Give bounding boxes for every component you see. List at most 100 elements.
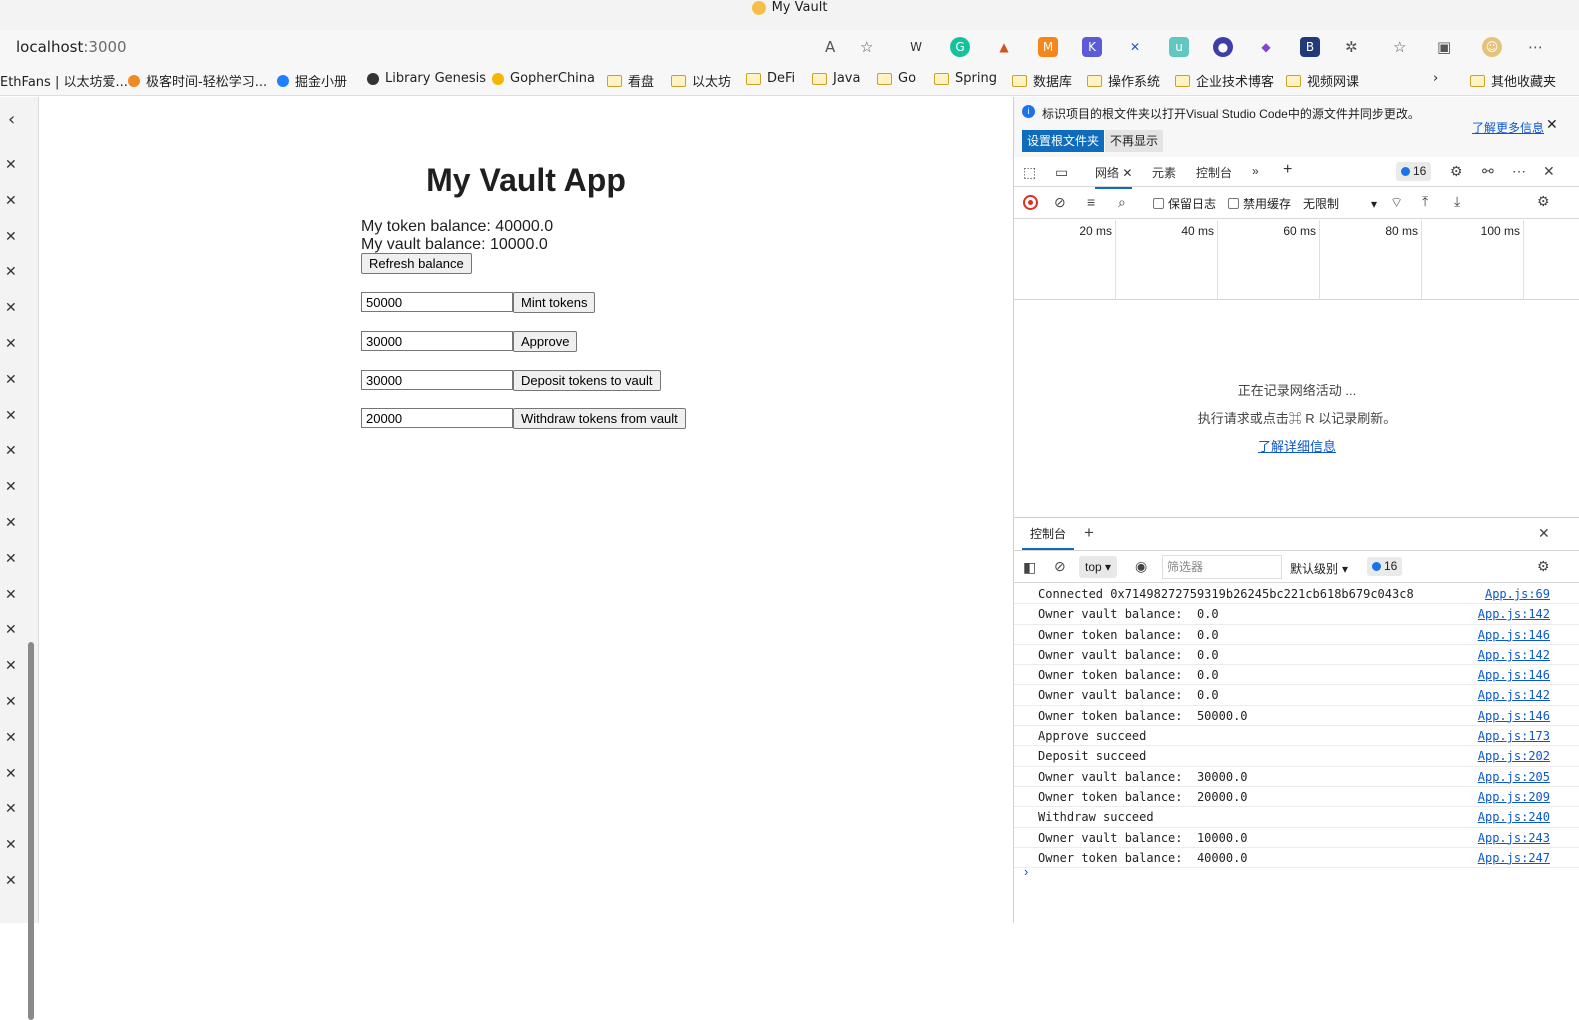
throttling-select[interactable]: 无限制 ▾ [1303,195,1377,212]
console-source-link[interactable]: App.js:142 [1478,604,1550,624]
k-extension-icon[interactable]: K [1082,37,1102,57]
close-tab-icon[interactable]: ✕ [5,300,17,316]
clear-console-icon[interactable]: ⊘ [1054,558,1066,575]
approve-button[interactable]: Approve [513,331,578,352]
favorites-icon[interactable]: ☆ [1393,38,1406,56]
close-tab-icon[interactable]: ✕ [5,766,17,782]
record-icon[interactable] [1023,195,1038,210]
console-source-link[interactable]: App.js:205 [1478,767,1550,787]
close-tab-icon[interactable]: ✕ [5,694,17,710]
close-tab-icon[interactable]: ✕ [5,622,17,638]
tab-network[interactable]: 网络 ✕ [1095,164,1133,189]
bookmark-folder[interactable]: 操作系统 [1087,71,1160,90]
more-bookmarks-chevron-icon[interactable]: › [1433,71,1438,86]
console-prompt-chevron-icon[interactable]: › [1024,864,1028,879]
close-drawer-icon[interactable]: ✕ [1538,525,1550,542]
console-source-link[interactable]: App.js:146 [1478,625,1550,645]
read-aloud-icon[interactable]: A [825,38,835,56]
console-issues-badge[interactable]: 16 [1367,557,1403,576]
circle-extension-icon[interactable]: ● [1213,37,1233,57]
console-source-link[interactable]: App.js:173 [1478,726,1550,746]
close-tab-icon[interactable]: ✕ [5,229,17,245]
refresh-balance-button[interactable]: Refresh balance [361,253,472,274]
bookmark-folder[interactable]: 以太坊 [671,71,731,90]
learn-more-link[interactable]: 了解更多信息 [1472,119,1544,136]
bookmark-folder[interactable]: DeFi [746,71,795,86]
mint-amount-input[interactable] [361,292,513,312]
sidebar-toggle-icon[interactable]: ◧ [1023,559,1036,576]
console-source-link[interactable]: App.js:209 [1478,787,1550,807]
console-source-link[interactable]: App.js:146 [1478,706,1550,726]
console-source-link[interactable]: App.js:240 [1478,807,1550,827]
live-expression-eye-icon[interactable]: ◉ [1135,558,1147,575]
collapse-panel-icon[interactable]: ‹ [8,109,15,130]
bookmark-folder[interactable]: 其他收藏夹 [1470,71,1556,90]
close-tab-icon[interactable]: ✕ [5,443,17,459]
console-filter-input[interactable]: 筛选器 [1162,555,1282,579]
set-root-folder-button[interactable]: 设置根文件夹 [1022,130,1105,152]
close-tab-icon[interactable]: ✕ [5,587,17,603]
bookmark-item[interactable]: 掘金小册 [277,71,347,90]
log-level-select[interactable]: 默认级别 ▾ [1290,560,1348,577]
close-tab-icon[interactable]: ✕ [5,157,17,173]
device-emulation-icon[interactable]: ▭ [1055,164,1068,181]
console-source-link[interactable]: App.js:247 [1478,848,1550,868]
close-tab-icon[interactable]: ✕ [5,479,17,495]
console-source-link[interactable]: App.js:146 [1478,665,1550,685]
mint-tokens-button[interactable]: Mint tokens [513,292,596,313]
import-har-icon[interactable]: ⤒ [1422,193,1428,210]
console-source-link[interactable]: App.js:142 [1478,685,1550,705]
more-menu-icon[interactable]: ⋯ [1528,38,1543,56]
bookmark-item[interactable]: EthFans | 以太坊爱... [0,71,128,90]
badge-extension-icon[interactable]: B [1300,37,1320,57]
search-icon[interactable]: ⌕ [1118,194,1126,211]
bookmark-folder[interactable]: Java [812,71,860,86]
bookmark-folder[interactable]: 数据库 [1012,71,1072,90]
bookmark-folder[interactable]: 看盘 [607,71,654,90]
bookmark-item[interactable]: Library Genesis [367,71,486,86]
url-field[interactable]: localhost:3000 [0,30,880,64]
disable-cache-checkbox[interactable]: 禁用缓存 [1228,195,1291,212]
close-tab-icon[interactable]: ✕ [5,873,17,889]
vertical-tabs-scrollbar[interactable] [28,642,34,1020]
extensions-icon[interactable]: ✲ [1345,38,1358,56]
network-conditions-icon[interactable]: ⌔ [1390,194,1403,212]
more-options-icon[interactable]: ⋯ [1512,163,1526,180]
dont-show-again-button[interactable]: 不再显示 [1105,130,1164,152]
extension-icon[interactable]: ▲ [994,37,1014,57]
color-extension-icon[interactable]: u [1169,37,1189,57]
tab-console[interactable]: 控制台 [1196,164,1232,181]
preserve-log-checkbox[interactable]: 保留日志 [1153,195,1216,212]
inspect-element-icon[interactable]: ⬚ [1023,164,1036,181]
add-favorite-icon[interactable]: ☆ [860,38,873,56]
bookmark-item[interactable]: GopherChina [492,71,595,86]
console-source-link[interactable]: App.js:69 [1485,584,1550,604]
export-har-icon[interactable]: ⤓ [1454,193,1460,210]
close-tab-icon[interactable]: ✕ [5,730,17,746]
console-source-link[interactable]: App.js:142 [1478,645,1550,665]
tab-elements[interactable]: 元素 [1152,164,1176,181]
bookmark-folder[interactable]: Go [877,71,916,86]
deposit-amount-input[interactable] [361,370,513,390]
customize-icon[interactable]: ⚯ [1482,163,1494,180]
deposit-button[interactable]: Deposit tokens to vault [513,370,661,391]
filter-icon[interactable]: ≡ [1087,194,1095,210]
approve-amount-input[interactable] [361,331,513,351]
withdraw-button[interactable]: Withdraw tokens from vault [513,408,686,429]
metamask-extension-icon[interactable]: M [1038,37,1058,57]
context-select[interactable]: top ▾ [1079,556,1118,578]
bookmark-folder[interactable]: Spring [934,71,997,86]
close-tab-icon[interactable]: ✕ [5,837,17,853]
profile-avatar[interactable]: ☺ [1482,37,1502,57]
collections-icon[interactable]: ▣ [1437,38,1451,56]
close-tab-icon[interactable]: ✕ [5,193,17,209]
tool-extension-icon[interactable]: ✕ [1125,37,1145,57]
close-devtools-icon[interactable]: ✕ [1543,163,1555,180]
bookmark-item[interactable]: 极客时间-轻松学习... [128,71,267,90]
more-tabs-icon[interactable]: » [1252,164,1259,178]
learn-details-link[interactable]: 了解详细信息 [1258,439,1336,454]
close-tab-icon[interactable]: ✕ [5,336,17,352]
add-drawer-tab-icon[interactable]: + [1084,523,1094,543]
gem-extension-icon[interactable]: ◆ [1256,37,1276,57]
bookmark-folder[interactable]: 企业技术博客 [1175,71,1274,90]
